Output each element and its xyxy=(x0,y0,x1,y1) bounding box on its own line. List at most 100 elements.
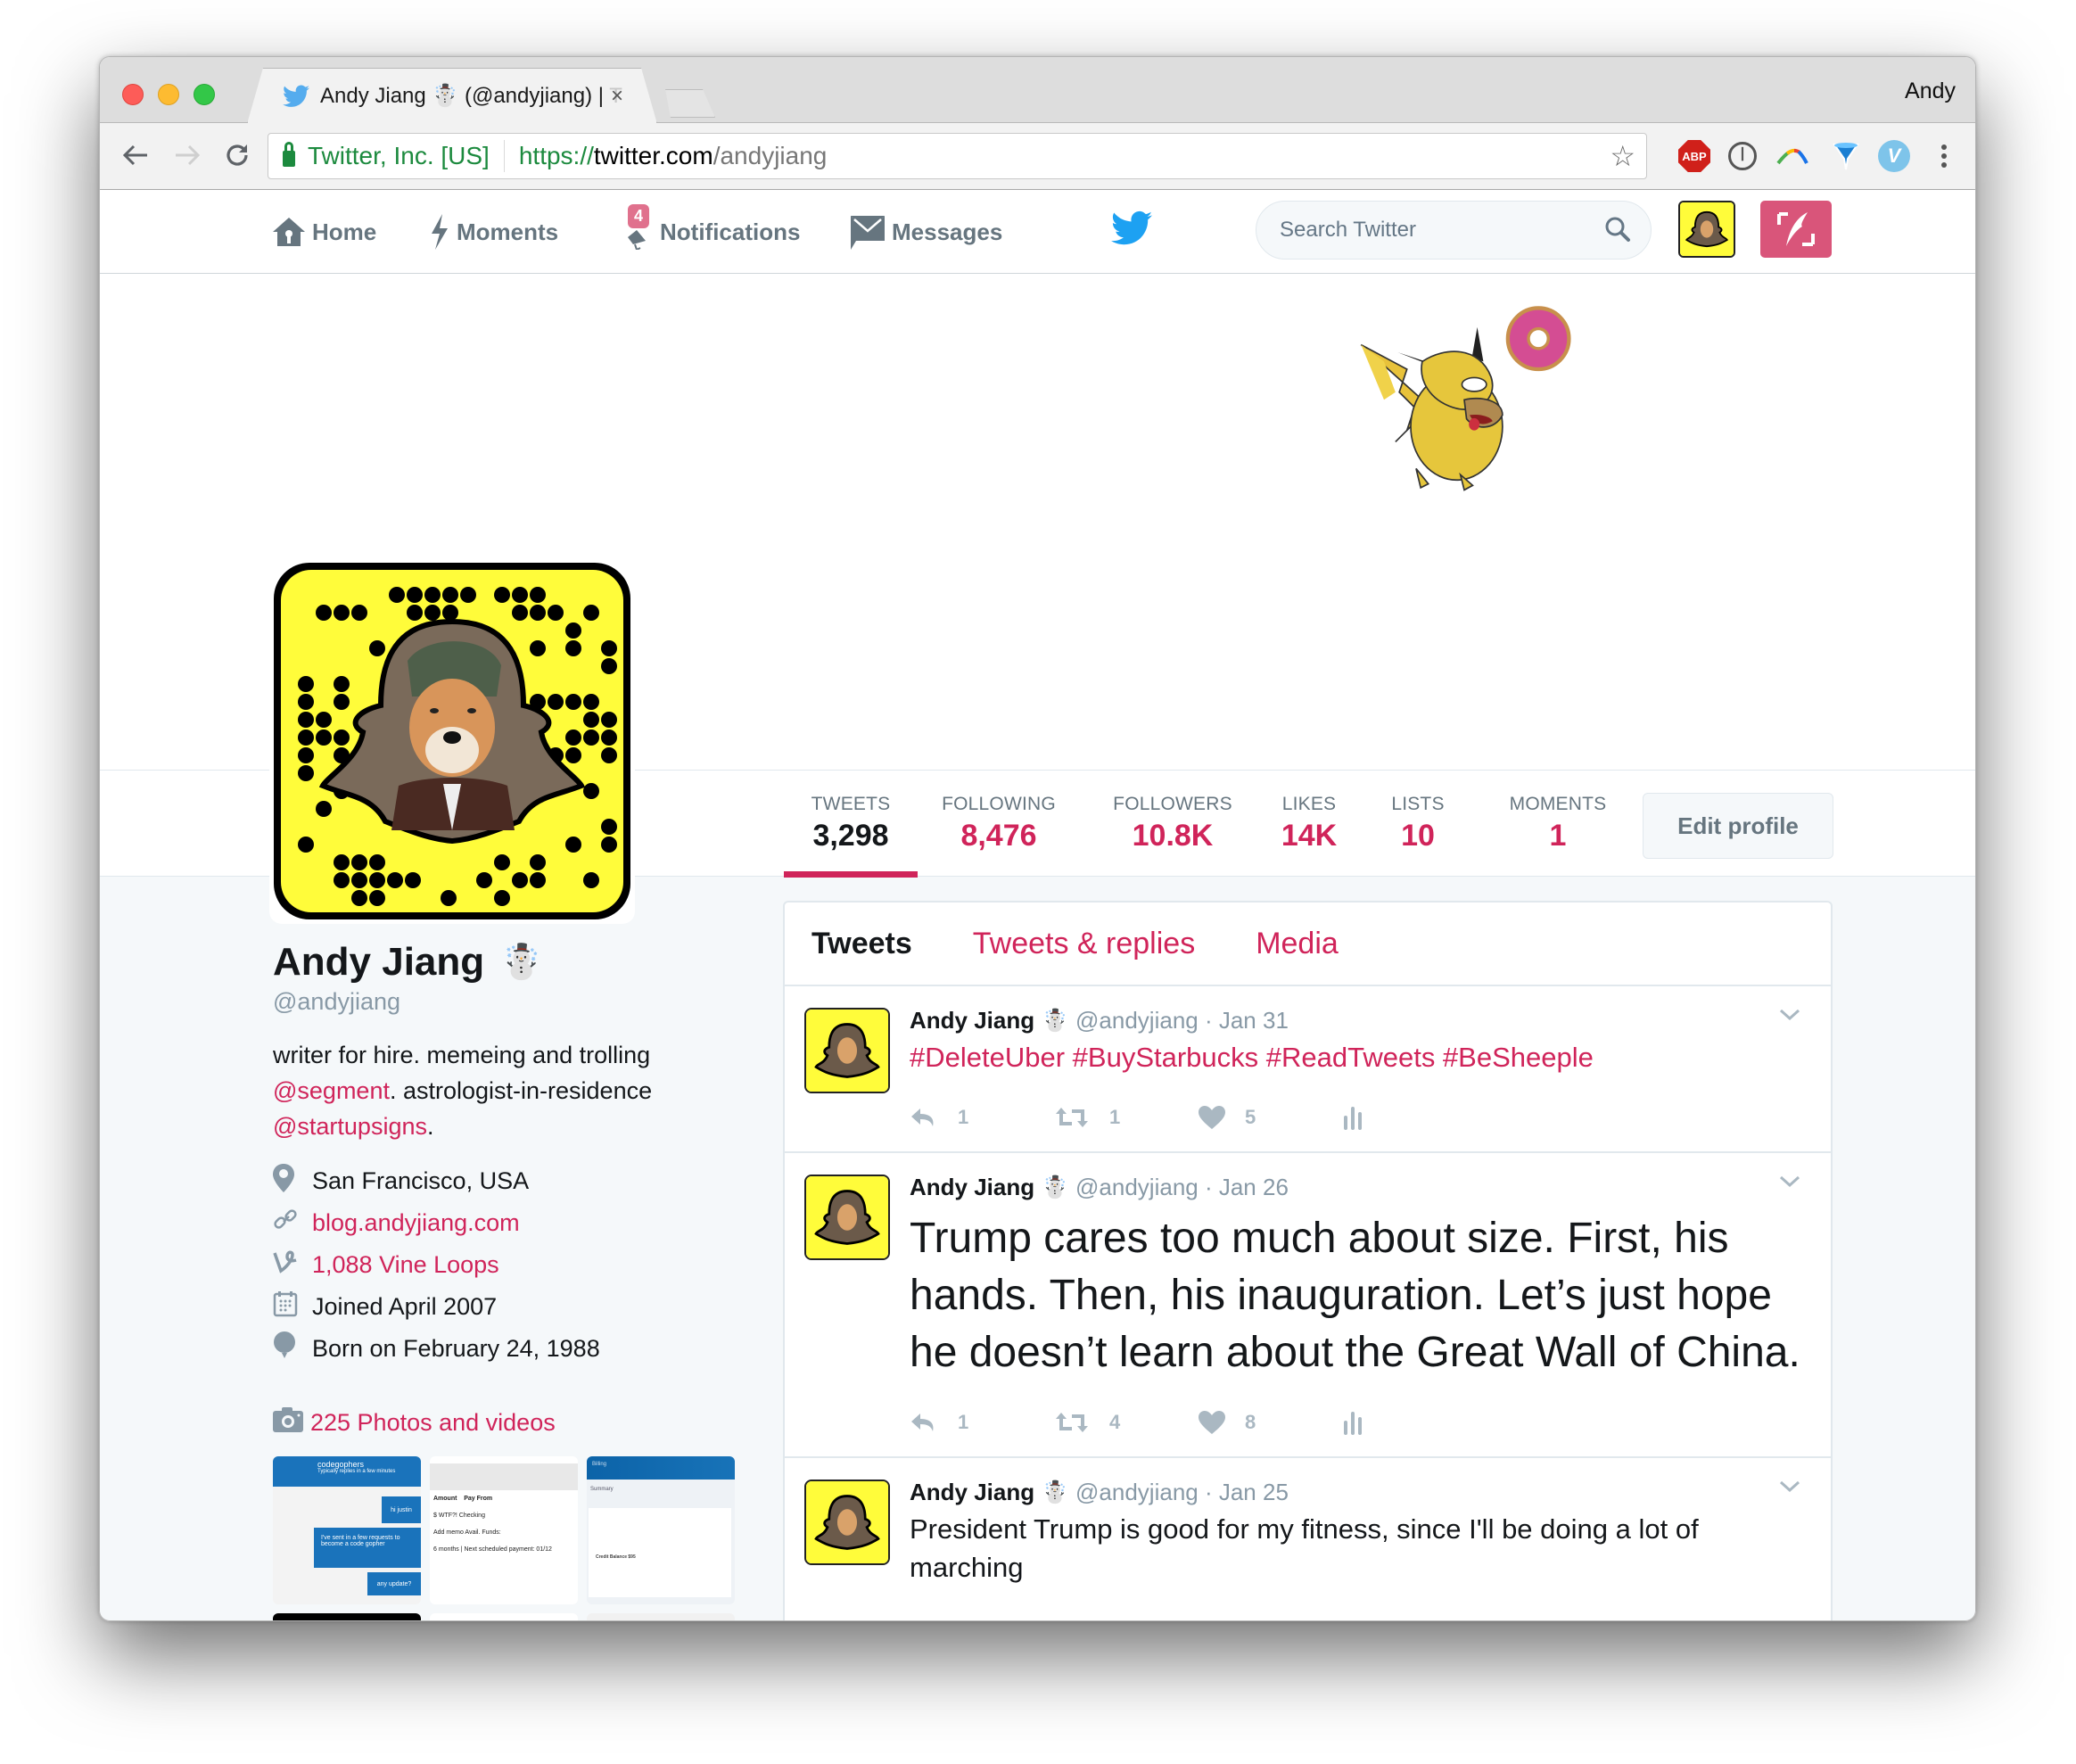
nav-moments[interactable]: Moments xyxy=(428,210,558,254)
media-thumbnail[interactable]: Amount Pay From $ WTF?! Checking Add mem… xyxy=(430,1456,578,1604)
chevron-down-icon[interactable] xyxy=(1779,1175,1800,1189)
mention-startupsigns-link[interactable]: @startupsigns xyxy=(273,1113,427,1140)
tweet[interactable]: Andy Jiang ☃️ @andyjiang · Jan 31 #Delet… xyxy=(785,986,1831,1153)
media-thumbnail[interactable]: Support My Account xyxy=(273,1613,421,1620)
media-thumbnails: codegophers Typically replies in a few mi… xyxy=(273,1456,772,1620)
tweet-author-name[interactable]: Andy Jiang xyxy=(910,1007,1034,1034)
browser-menu-icon[interactable] xyxy=(1928,140,1960,172)
tweet-handle-date[interactable]: @andyjiang · Jan 26 xyxy=(1075,1174,1289,1201)
tweet-author-name[interactable]: Andy Jiang xyxy=(910,1174,1034,1201)
maximize-window-button[interactable] xyxy=(194,84,215,105)
search-box[interactable] xyxy=(1256,201,1652,260)
tweet-author-name[interactable]: Andy Jiang xyxy=(910,1479,1034,1506)
active-tab[interactable]: Andy Jiang ☃️ (@andyjiang) | T × xyxy=(247,68,657,124)
lightning-icon xyxy=(432,214,448,250)
minimize-window-button[interactable] xyxy=(158,84,179,105)
search-icon[interactable] xyxy=(1604,216,1631,243)
arc-extension-icon[interactable] xyxy=(1776,140,1808,172)
funnel-extension-icon[interactable] xyxy=(1830,140,1862,172)
photos-and-videos-link[interactable]: 225 Photos and videos xyxy=(273,1407,772,1438)
retweet-button[interactable]: 4 xyxy=(1054,1411,1199,1434)
media-thumbnail[interactable]: Billing Summary Credit Balance $95 xyxy=(587,1456,735,1604)
analytics-icon xyxy=(1344,1412,1362,1435)
tweet-header: Andy Jiang ☃️ @andyjiang · Jan 31 xyxy=(910,1004,1813,1036)
chevron-down-icon[interactable] xyxy=(1779,1008,1800,1022)
retweet-icon xyxy=(1056,1108,1088,1127)
browser-profile-name[interactable]: Andy xyxy=(1905,78,1956,104)
tab-tweets-and-replies[interactable]: Tweets & replies xyxy=(973,927,1195,961)
twitter-logo-icon[interactable] xyxy=(1111,208,1152,249)
vine-loops-link[interactable]: 1,088 Vine Loops xyxy=(312,1251,499,1279)
forward-button[interactable] xyxy=(168,136,207,175)
tab-close-icon[interactable]: × xyxy=(611,84,623,109)
bookmark-star-icon[interactable]: ☆ xyxy=(1610,139,1635,173)
tab-strip: Andy Jiang ☃️ (@andyjiang) | T × Andy xyxy=(100,57,1975,123)
tweet-actions: 1 1 5 xyxy=(910,1098,1813,1137)
media-thumbnail[interactable]: codegophers Typically replies in a few mi… xyxy=(273,1456,421,1604)
nav-messages[interactable]: Messages xyxy=(849,210,1002,254)
snapcode-dot xyxy=(334,872,350,888)
link-icon xyxy=(273,1208,312,1239)
website-link[interactable]: blog.andyjiang.com xyxy=(312,1209,520,1237)
nav-notifications[interactable]: Notifications xyxy=(624,210,800,254)
website-row: blog.andyjiang.com xyxy=(273,1202,772,1244)
snapcode-dot xyxy=(583,783,599,799)
like-button[interactable]: 5 xyxy=(1199,1106,1343,1129)
tab-media[interactable]: Media xyxy=(1256,927,1339,961)
profile-fullname[interactable]: Andy Jiang ☃️ xyxy=(273,940,772,985)
analytics-button[interactable] xyxy=(1343,1410,1487,1435)
close-window-button[interactable] xyxy=(122,84,144,105)
media-thumbnail[interactable] xyxy=(430,1613,578,1620)
snowman-emoji: ☃️ xyxy=(1042,1008,1069,1033)
mention-segment-link[interactable]: @segment xyxy=(273,1077,390,1104)
stat-following[interactable]: FOLLOWING 8,476 xyxy=(932,794,1066,853)
vee-extension-icon[interactable]: V xyxy=(1878,140,1910,172)
snapcode-dot xyxy=(298,712,314,728)
snapcode-dot xyxy=(298,694,314,710)
compose-tweet-button[interactable] xyxy=(1760,201,1832,258)
nav-home[interactable]: Home xyxy=(271,210,376,254)
back-button[interactable] xyxy=(116,136,155,175)
reply-button[interactable]: 1 xyxy=(910,1411,1054,1434)
profile-avatar[interactable] xyxy=(269,558,635,924)
account-avatar-button[interactable] xyxy=(1678,201,1735,258)
stat-likes[interactable]: LIKES 14K xyxy=(1265,794,1354,853)
reply-button[interactable]: 1 xyxy=(910,1106,1054,1129)
stat-moments[interactable]: MOMENTS 1 xyxy=(1500,794,1616,853)
1password-icon[interactable]: ꟾ xyxy=(1728,142,1757,170)
tweet[interactable]: Andy Jiang ☃️ @andyjiang · Jan 25 Presid… xyxy=(785,1458,1831,1601)
snapcode-dot xyxy=(351,890,367,906)
profile-handle[interactable]: @andyjiang xyxy=(273,988,772,1016)
tweet-avatar[interactable] xyxy=(804,1008,890,1093)
edit-profile-button[interactable]: Edit profile xyxy=(1643,793,1833,859)
adblock-plus-icon[interactable]: ABP xyxy=(1678,140,1710,172)
snapcode-dot xyxy=(316,712,332,728)
like-button[interactable]: 8 xyxy=(1199,1411,1343,1434)
media-thumbnail[interactable]: ps://idm.xfinity.com/myaccount/rabi-p xyxy=(587,1613,735,1620)
analytics-button[interactable] xyxy=(1343,1105,1487,1130)
retweet-button[interactable]: 1 xyxy=(1054,1106,1199,1129)
tweet-handle-date[interactable]: @andyjiang · Jan 31 xyxy=(1075,1007,1289,1034)
tab-tweets[interactable]: Tweets xyxy=(811,927,912,961)
chevron-down-icon[interactable] xyxy=(1779,1480,1800,1494)
snapcode-dot xyxy=(601,837,617,853)
reload-button[interactable] xyxy=(218,136,257,175)
snapcode-dot xyxy=(530,854,546,870)
tweet-handle-date[interactable]: @andyjiang · Jan 25 xyxy=(1075,1479,1289,1506)
snapcode-dot xyxy=(548,605,564,621)
search-input[interactable] xyxy=(1280,218,1583,243)
tweet-avatar[interactable] xyxy=(804,1175,890,1260)
envelope-icon xyxy=(851,216,885,250)
stat-tweets[interactable]: TWEETS 3,298 xyxy=(784,794,918,853)
address-bar[interactable]: Twitter, Inc. [US] https://twitter.com/a… xyxy=(268,133,1647,179)
tweet[interactable]: Andy Jiang ☃️ @andyjiang · Jan 26 Trump … xyxy=(785,1153,1831,1458)
tweet-avatar[interactable] xyxy=(804,1480,890,1565)
snapcode-dot xyxy=(369,872,385,888)
new-tab-button[interactable] xyxy=(658,89,715,118)
snapcode-dot xyxy=(583,712,599,728)
stat-followers[interactable]: FOLLOWERS 10.8K xyxy=(1106,794,1240,853)
lock-icon xyxy=(283,142,295,167)
snapcode-dot xyxy=(494,587,510,603)
stat-lists[interactable]: LISTS 10 xyxy=(1373,794,1462,853)
twitter-bird-icon xyxy=(283,85,309,107)
